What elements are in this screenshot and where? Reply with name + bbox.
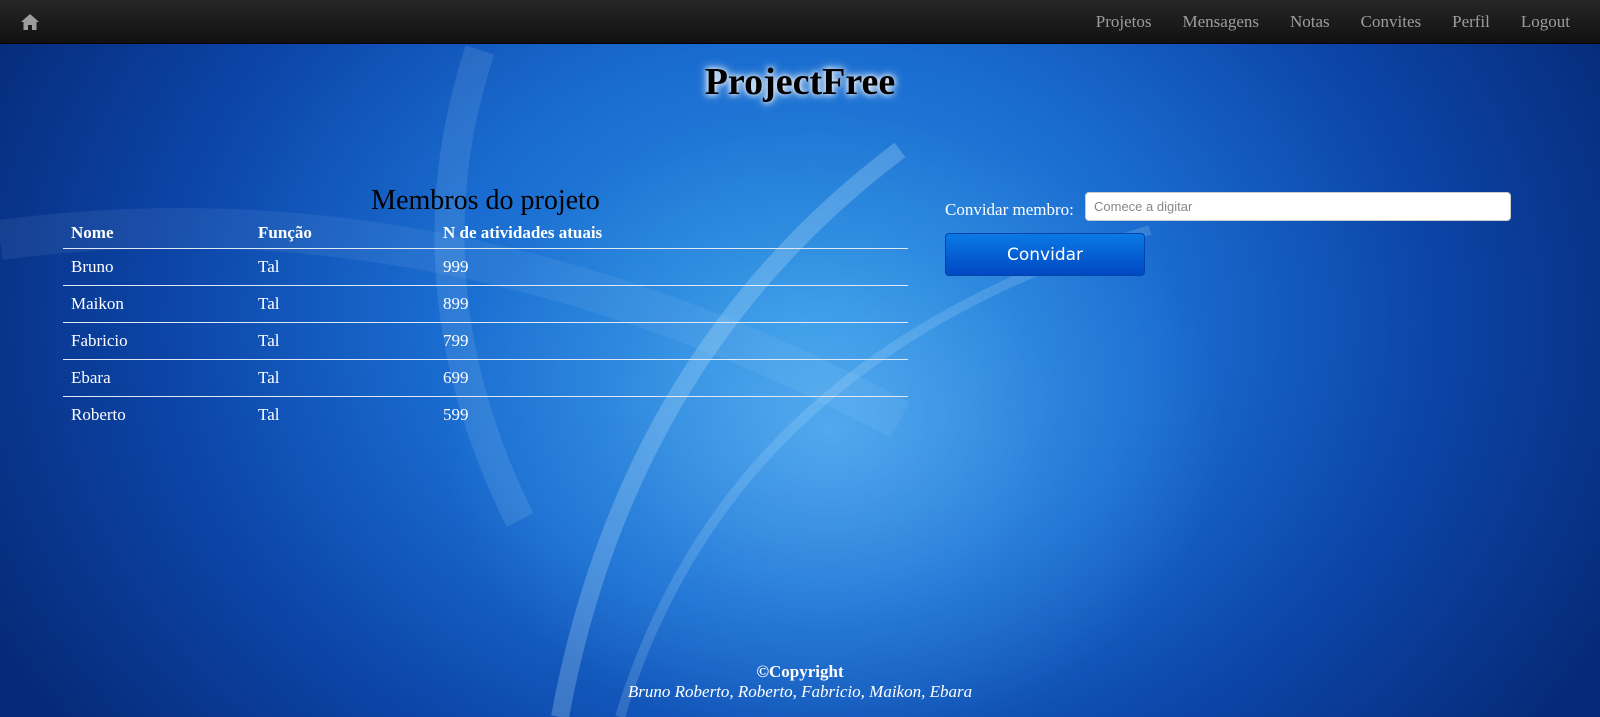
- invite-member-input[interactable]: [1085, 192, 1511, 221]
- column-header-funcao: Função: [250, 218, 435, 249]
- table-header-row: Nome Função N de atividades atuais: [63, 218, 908, 249]
- member-activities-cell: 699: [435, 359, 908, 397]
- member-role-cell: Tal: [250, 248, 435, 286]
- table-row: Bruno Tal 999: [63, 248, 908, 286]
- nav-links: Projetos Mensagens Notas Convites Perfil…: [1065, 0, 1570, 44]
- nav-notas-link[interactable]: Notas: [1290, 12, 1330, 32]
- invite-member-label: Convidar membro:: [945, 200, 1074, 219]
- top-navbar: Projetos Mensagens Notas Convites Perfil…: [0, 0, 1600, 44]
- footer-copyright: ©Copyright: [756, 662, 844, 681]
- nav-convites-link[interactable]: Convites: [1361, 12, 1421, 32]
- member-name-cell: Bruno: [63, 248, 250, 286]
- member-name-cell: Ebara: [63, 359, 250, 397]
- member-role-cell: Tal: [258, 405, 280, 424]
- table-row: Roberto Tal 599: [63, 397, 908, 434]
- column-header-atividades: N de atividades atuais: [435, 218, 908, 249]
- table-row: Maikon Tal 899: [63, 285, 908, 323]
- nav-projetos-link[interactable]: Projetos: [1096, 12, 1152, 32]
- members-section: Membros do projeto Nome Função N de ativ…: [63, 184, 908, 433]
- nav-perfil-link[interactable]: Perfil: [1452, 12, 1490, 32]
- member-activities-cell: 999: [435, 248, 908, 286]
- invite-button[interactable]: Convidar: [945, 233, 1145, 276]
- members-heading: Membros do projeto: [371, 185, 600, 216]
- home-icon[interactable]: [20, 13, 40, 31]
- nav-mensagens-link[interactable]: Mensagens: [1183, 12, 1259, 32]
- member-activities-cell: 799: [435, 322, 908, 360]
- member-name-cell: Maikon: [63, 285, 250, 323]
- nav-logout-link[interactable]: Logout: [1521, 12, 1570, 32]
- table-row: Ebara Tal 699: [63, 359, 908, 397]
- member-name-cell: Fabricio: [63, 322, 250, 360]
- members-table: Nome Função N de atividades atuais Bruno…: [63, 218, 908, 433]
- member-role-cell: Tal: [250, 285, 435, 323]
- table-row: Fabricio Tal 799: [63, 322, 908, 360]
- member-name-cell: Roberto: [71, 405, 126, 424]
- member-role-cell: Tal: [250, 359, 435, 397]
- member-activities-cell: 599: [443, 405, 469, 424]
- member-role-cell: Tal: [250, 322, 435, 360]
- site-title: ProjectFree: [704, 61, 896, 103]
- member-activities-cell: 899: [435, 285, 908, 323]
- footer: ©Copyright Bruno Roberto, Roberto, Fabri…: [0, 662, 1600, 702]
- footer-authors: Bruno Roberto, Roberto, Fabricio, Maikon…: [627, 682, 973, 701]
- column-header-nome: Nome: [63, 218, 250, 249]
